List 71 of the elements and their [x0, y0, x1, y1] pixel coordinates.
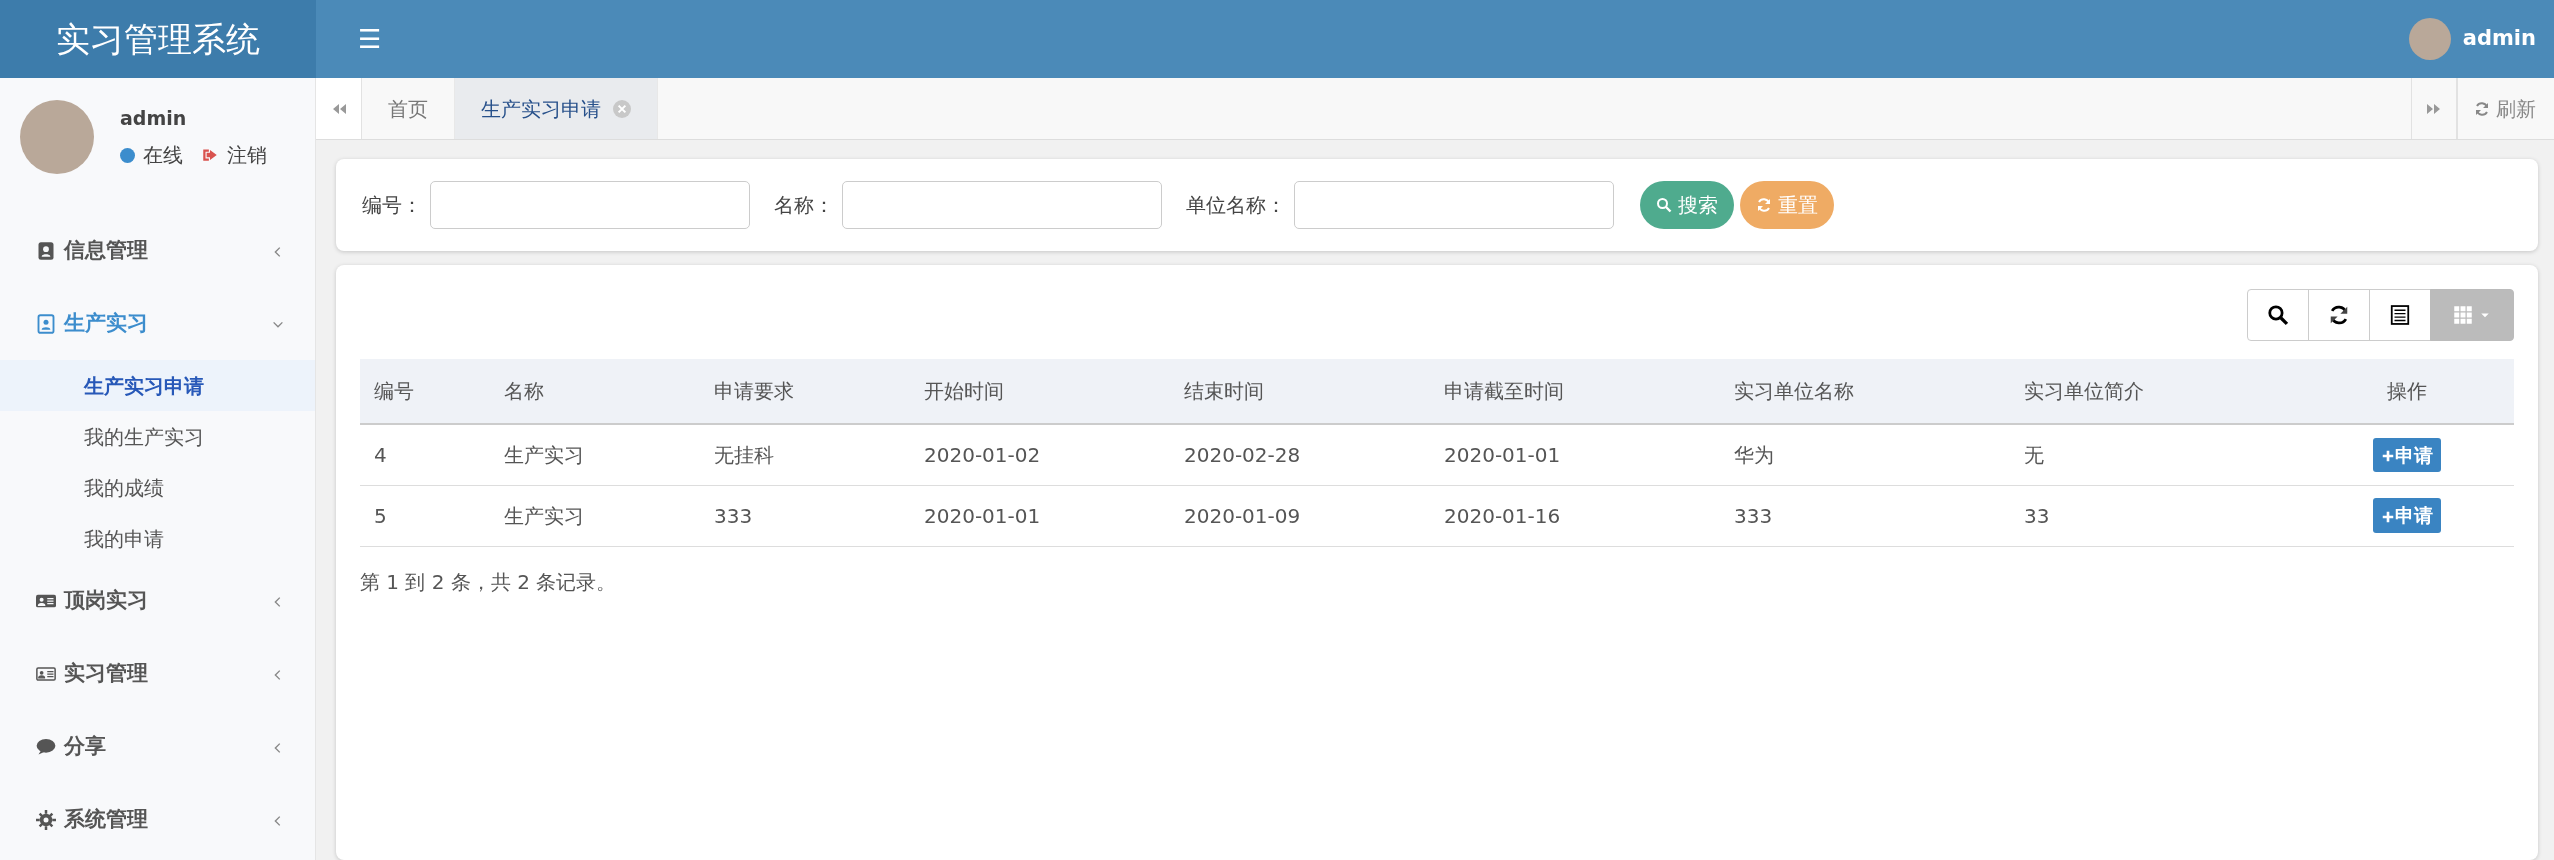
plus-icon [2381, 449, 2395, 463]
status-text: 在线 [143, 142, 183, 170]
sidebar-menu-item[interactable]: 系统管理 [0, 783, 315, 856]
field-label: 名称： [774, 192, 834, 219]
table-cell: 生产实习 [490, 424, 700, 485]
search-icon [1656, 197, 1672, 213]
column-header: 名称 [490, 359, 700, 424]
apply-button[interactable]: 申请 [2373, 498, 2441, 533]
logout-link[interactable]: 注销 [227, 140, 267, 171]
table-cell: 2020-01-09 [1170, 485, 1430, 546]
close-icon[interactable] [613, 99, 631, 118]
app-title: 实习管理系统 [0, 0, 316, 78]
refresh-table-button[interactable] [2308, 289, 2370, 341]
table-cell: 333 [700, 485, 910, 546]
sidebar-menu-item[interactable]: 信息管理 [0, 214, 315, 287]
search-toggle-button[interactable] [2247, 289, 2309, 341]
column-header: 编号 [360, 359, 490, 424]
table-cell: 5 [360, 485, 490, 546]
field-label: 单位名称： [1186, 192, 1286, 219]
table-cell: 2020-01-16 [1430, 485, 1720, 546]
page-tab[interactable]: 生产实习申请 [455, 78, 658, 139]
table-cell: 2020-01-01 [1430, 424, 1720, 485]
column-header: 结束时间 [1170, 359, 1430, 424]
table-cell: 2020-01-01 [910, 485, 1170, 546]
gear-icon [36, 809, 56, 830]
column-header: 开始时间 [910, 359, 1170, 424]
plus-icon [2381, 509, 2395, 524]
user-name[interactable]: admin [2462, 23, 2536, 55]
id-badge-icon [36, 313, 56, 334]
table-cell: 生产实习 [490, 485, 700, 546]
apply-button[interactable]: 申请 [2373, 437, 2441, 472]
scroll-left-button[interactable] [316, 78, 362, 139]
search-icon [2267, 304, 2289, 326]
table-cell: 无挂科 [700, 424, 910, 485]
online-status-dot [120, 147, 135, 163]
refresh-icon [2474, 100, 2490, 117]
text-input-field[interactable] [430, 181, 750, 229]
pagination-summary: 第 1 到 2 条，共 2 条记录。 [360, 568, 618, 596]
chat-bubble-icon [36, 736, 56, 757]
table-cell: 无 [2010, 424, 2300, 485]
refresh-icon [1756, 197, 1772, 213]
avatar-placeholder [2408, 18, 2451, 60]
text-input-field[interactable] [842, 181, 1162, 229]
field-label: 编号： [362, 192, 422, 219]
sidebar-submenu-item[interactable]: 我的成绩 [0, 462, 315, 513]
sidebar-menu-item[interactable]: 顶岗实习 [0, 564, 315, 637]
table-cell: 2020-01-02 [910, 424, 1170, 485]
refresh-icon [2328, 304, 2350, 326]
scroll-right-button[interactable] [2411, 78, 2457, 139]
text-input-field[interactable] [1294, 181, 1614, 229]
table-cell: 33 [2010, 485, 2300, 546]
table-cell: 4 [360, 424, 490, 485]
contact-card-icon [36, 240, 56, 261]
column-header: 操作 [2300, 359, 2514, 424]
grid-icon [2453, 305, 2473, 325]
menu-toggle-button[interactable]: ☰ [354, 19, 386, 59]
sidebar-submenu-item[interactable]: 生产实习申请 [0, 360, 315, 411]
sidebar-submenu-item[interactable]: 我的申请 [0, 513, 315, 564]
sidebar-submenu-item[interactable]: 我的生产实习 [0, 411, 315, 462]
column-header: 申请截至时间 [1430, 359, 1720, 424]
sidebar-menu-item[interactable]: 分享 [0, 710, 315, 783]
column-header: 申请要求 [700, 359, 910, 424]
sidebar-menu-item[interactable]: 实习管理 [0, 637, 315, 710]
table-cell: 华为 [1720, 424, 2010, 485]
user-name: admin [120, 105, 188, 131]
toggle-view-button[interactable] [2369, 289, 2431, 341]
list-icon [2389, 304, 2411, 326]
column-header: 实习单位简介 [2010, 359, 2300, 424]
table-cell: 2020-02-28 [1170, 424, 1430, 485]
column-header: 实习单位名称 [1720, 359, 2010, 424]
table-cell: 333 [1720, 485, 2010, 546]
